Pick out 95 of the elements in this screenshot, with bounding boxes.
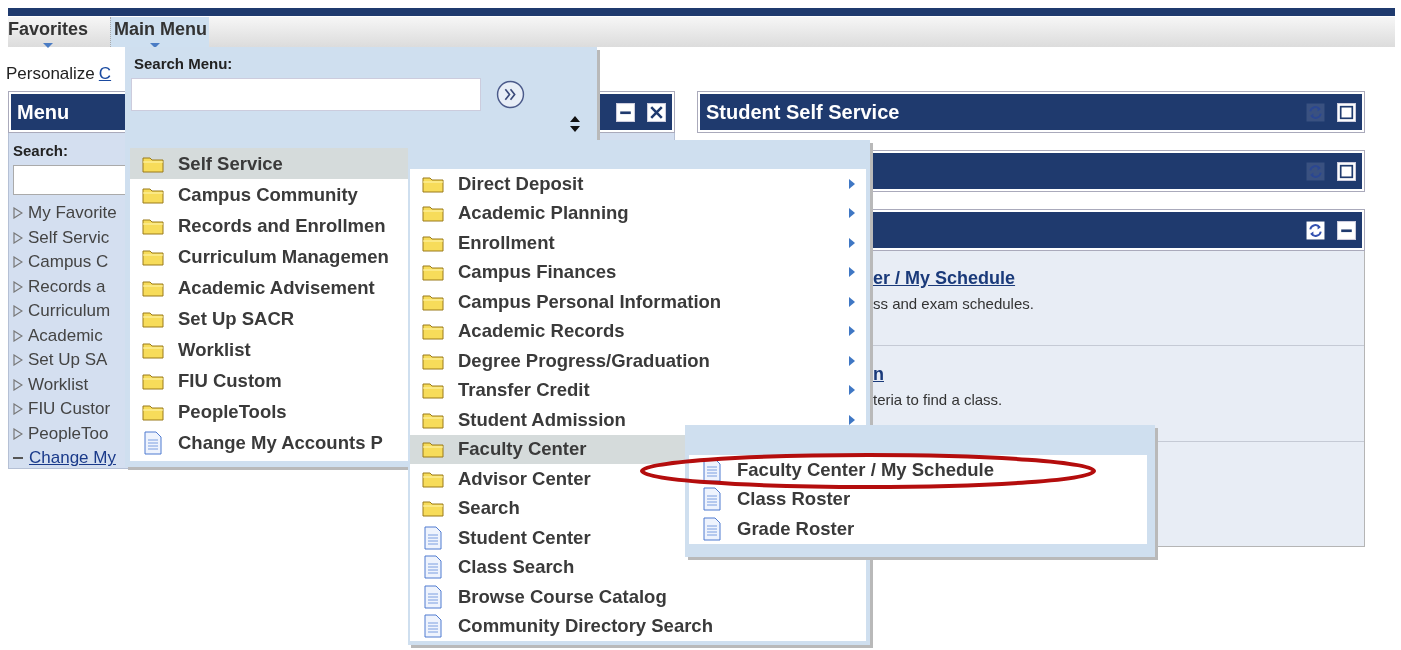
expand-triangle-icon[interactable] [13, 256, 23, 269]
folder-icon [422, 174, 444, 193]
expand-triangle-icon[interactable] [13, 305, 23, 318]
expand-triangle-icon[interactable] [13, 329, 23, 342]
folder-icon [422, 263, 444, 282]
menu-item[interactable]: Class Roster [689, 484, 1147, 514]
menu-item[interactable]: Class Search [410, 552, 866, 582]
portlet-title: Student Self Service [706, 100, 900, 124]
document-icon [424, 555, 442, 580]
maximize-icon[interactable] [1337, 102, 1356, 122]
expand-triangle-icon[interactable] [13, 280, 23, 293]
search-label: Search: [13, 142, 70, 159]
nav-menu-tab[interactable]: Favorites [8, 17, 97, 47]
schedule-link[interactable]: er / My Schedule [873, 268, 1364, 289]
menu-item[interactable]: Grade Roster [689, 514, 1147, 544]
portlet-title: Menu [17, 100, 70, 124]
folder-icon [422, 322, 444, 341]
menu-link[interactable]: Change My [29, 448, 116, 469]
menu-item[interactable]: PeopleToo [28, 423, 109, 444]
menu-item[interactable]: Records and Enrollmen [130, 210, 408, 241]
search-menu-label: Search Menu: [134, 55, 234, 72]
document-icon [703, 516, 721, 541]
folder-icon [422, 410, 444, 429]
menu-item[interactable]: Community Directory Search [410, 611, 866, 641]
menu-item[interactable]: Campus Community [130, 179, 408, 210]
menu-item[interactable]: Transfer Credit [410, 375, 866, 405]
dash-icon [13, 457, 23, 460]
menu-item[interactable]: Campus Personal Information [410, 287, 866, 317]
personalize-label: Personalize [6, 64, 95, 83]
folder-icon [142, 402, 164, 421]
folder-icon [142, 185, 164, 204]
menu-item[interactable]: Set Up SACR [130, 303, 408, 334]
maximize-icon[interactable] [1337, 161, 1356, 181]
folder-icon [142, 247, 164, 266]
menu-item[interactable]: Student Admission [410, 405, 866, 435]
folder-icon [422, 381, 444, 400]
folder-icon [142, 340, 164, 359]
folder-icon [142, 278, 164, 297]
menu-item[interactable]: My Favorite [28, 203, 117, 224]
sort-icon[interactable] [569, 115, 581, 133]
menu-item[interactable]: Academic Planning [410, 198, 866, 228]
expand-triangle-icon[interactable] [13, 378, 23, 391]
personalize-link[interactable]: C [98, 64, 112, 83]
document-icon [424, 525, 442, 550]
menu-item[interactable]: Degree Progress/Graduation [410, 346, 866, 376]
folder-icon [422, 440, 444, 459]
folder-icon [142, 216, 164, 235]
folder-icon [142, 154, 164, 173]
menu-item[interactable]: Change My Accounts P [130, 427, 408, 458]
folder-icon [422, 292, 444, 311]
menu-item[interactable]: Campus C [28, 252, 109, 273]
minimize-icon[interactable] [616, 102, 635, 122]
menu-item[interactable]: Campus Finances [410, 257, 866, 287]
folder-icon [422, 499, 444, 518]
menu-item[interactable]: Records a [28, 276, 106, 297]
expand-triangle-icon[interactable] [13, 427, 23, 440]
folder-icon [422, 204, 444, 223]
document-icon [144, 430, 162, 455]
menu-item[interactable]: Self Service [130, 148, 408, 179]
menu-item[interactable]: Enrollment [410, 228, 866, 258]
menu-item[interactable]: Curriculum Managemen [130, 241, 408, 272]
expand-triangle-icon[interactable] [13, 231, 23, 244]
close-icon[interactable] [647, 102, 666, 122]
expand-triangle-icon[interactable] [13, 403, 23, 416]
entry-description: ss and exam schedules. [873, 295, 1035, 312]
menu-item[interactable]: FIU Custor [28, 399, 111, 420]
folder-icon [142, 309, 164, 328]
menu-item[interactable]: PeopleTools [130, 396, 408, 427]
folder-icon [422, 351, 444, 370]
menu-item[interactable]: Direct Deposit [410, 169, 866, 199]
entry-description: teria to find a class. [873, 391, 1004, 408]
menu-item[interactable]: Worklist [28, 374, 89, 395]
nav-menu-tab[interactable]: Main Menu [110, 17, 210, 47]
menu-item[interactable]: Browse Course Catalog [410, 582, 866, 612]
folder-icon [422, 233, 444, 252]
document-icon [703, 487, 721, 512]
expand-triangle-icon[interactable] [13, 354, 23, 367]
document-icon [424, 614, 442, 639]
folder-icon [422, 469, 444, 488]
menu-item[interactable]: Self Servic [28, 227, 110, 248]
folder-icon [142, 371, 164, 390]
menu-item[interactable]: Curriculum [28, 301, 111, 322]
menu-item[interactable]: Academic [28, 325, 103, 346]
menu-item[interactable]: Set Up SA [28, 350, 108, 371]
search-menu-field[interactable] [131, 78, 481, 111]
menu-item[interactable]: Worklist [130, 334, 408, 365]
refresh-icon[interactable] [1306, 220, 1325, 240]
document-icon [424, 584, 442, 609]
menu-item[interactable]: Academic Advisement [130, 272, 408, 303]
go-icon[interactable] [496, 80, 525, 109]
expand-triangle-icon[interactable] [13, 207, 23, 220]
minimize-icon[interactable] [1337, 220, 1356, 240]
menu-item[interactable]: Academic Records [410, 316, 866, 346]
menu-item[interactable]: FIU Custom [130, 365, 408, 396]
schedule-link[interactable]: n [873, 364, 1364, 385]
